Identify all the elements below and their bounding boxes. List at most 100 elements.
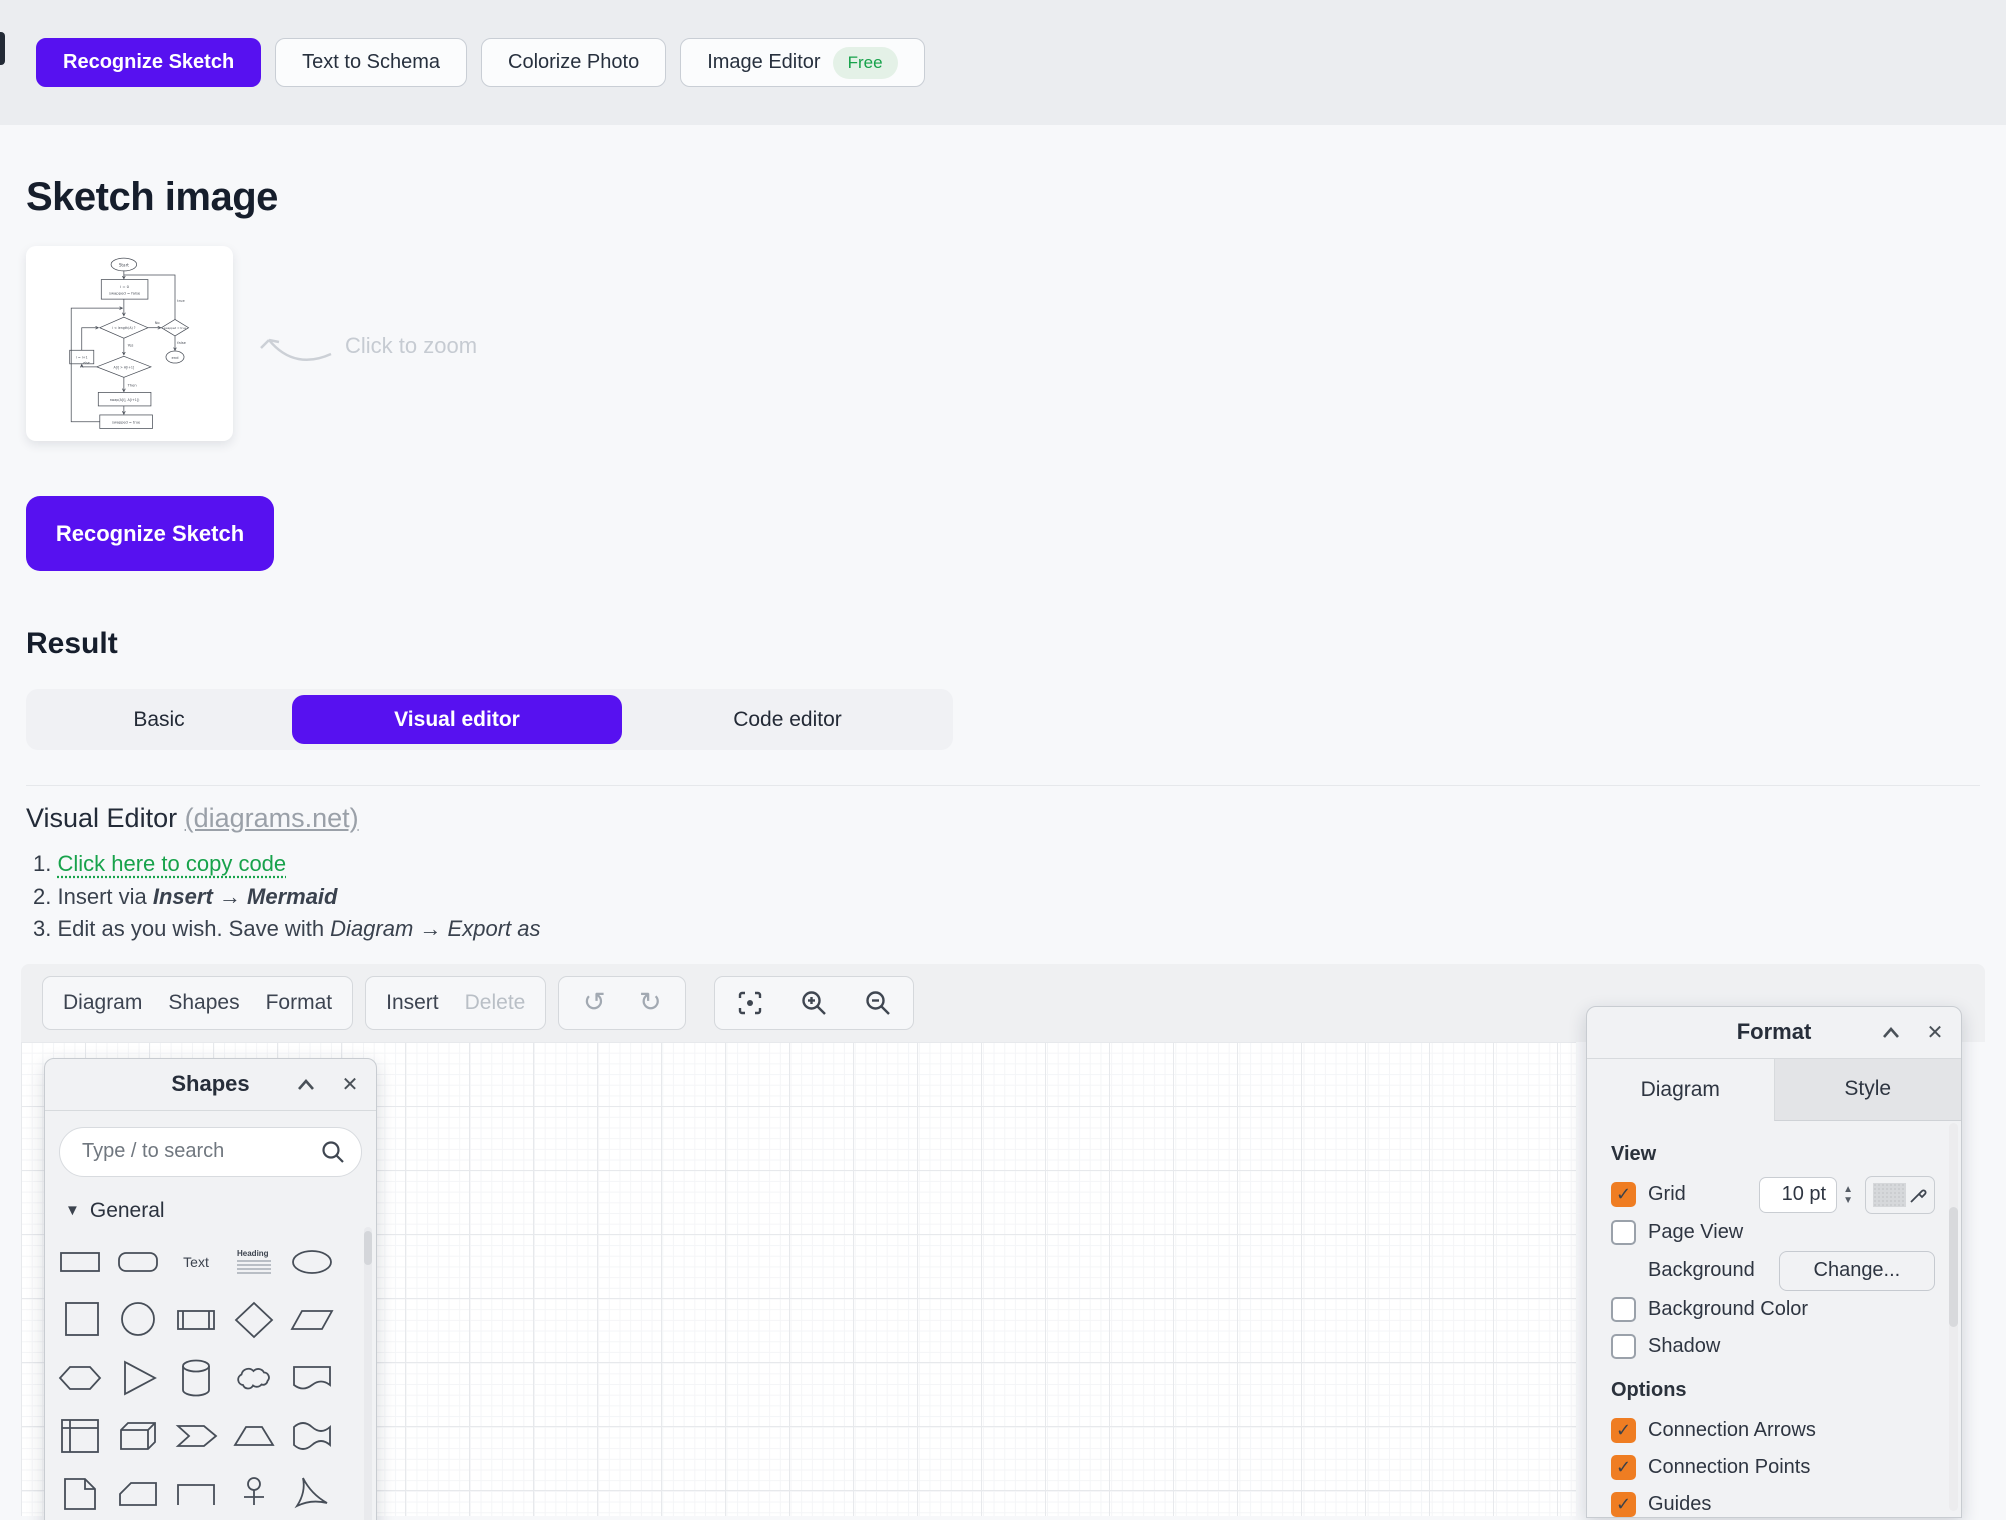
- shapes-panel-header[interactable]: Shapes ✕: [45, 1059, 376, 1111]
- background-label: Background: [1648, 1259, 1755, 1282]
- connection-arrows-row: Connection Arrows: [1611, 1412, 1935, 1449]
- reset-view-icon[interactable]: [735, 988, 765, 1018]
- menu-diagram[interactable]: Diagram: [63, 991, 142, 1015]
- svg-text:swapped = true: swapped = true: [164, 326, 186, 330]
- svg-text:i = i+1: i = i+1: [76, 356, 88, 360]
- sketch-thumbnail[interactable]: Start i = 0 swapped = false i < length(A…: [26, 246, 233, 441]
- menu-insert[interactable]: Insert: [386, 991, 439, 1015]
- menu-shapes[interactable]: Shapes: [168, 991, 239, 1015]
- svg-text:A[i] > A[i+1]: A[i] > A[i+1]: [113, 365, 134, 369]
- svg-text:i < length(A) ?: i < length(A) ?: [112, 326, 136, 330]
- shape-ellipse[interactable]: [283, 1233, 341, 1291]
- result-tabs: Basic Visual editor Code editor: [26, 689, 953, 750]
- shape-heading[interactable]: Heading: [225, 1233, 283, 1291]
- connection-arrows-checkbox[interactable]: [1611, 1418, 1636, 1443]
- page-title: Sketch image: [26, 175, 1980, 220]
- grid-row: Grid ▲▼: [1611, 1176, 1935, 1214]
- zoom-group: [714, 976, 914, 1030]
- shape-rectangle[interactable]: [51, 1233, 109, 1291]
- grid-size-input[interactable]: [1759, 1177, 1837, 1213]
- nav-recognize-sketch[interactable]: Recognize Sketch: [36, 38, 261, 87]
- format-tabs: Diagram Style: [1587, 1059, 1961, 1121]
- background-color-label: Background Color: [1648, 1298, 1808, 1321]
- shape-document[interactable]: [283, 1349, 341, 1407]
- shape-process[interactable]: [167, 1291, 225, 1349]
- shape-step[interactable]: [167, 1407, 225, 1465]
- tab-diagram[interactable]: Diagram: [1587, 1059, 1774, 1121]
- collapse-icon[interactable]: [294, 1073, 318, 1097]
- instruction-list: 1. Click here to copy code 2. Insert via…: [26, 848, 1980, 946]
- page-view-checkbox[interactable]: [1611, 1220, 1636, 1245]
- grid-checkbox[interactable]: [1611, 1182, 1636, 1207]
- svg-text:swapped = false: swapped = false: [109, 292, 141, 296]
- shape-or[interactable]: [283, 1465, 341, 1520]
- connection-points-checkbox[interactable]: [1611, 1455, 1636, 1480]
- format-panel-header[interactable]: Format ✕: [1587, 1007, 1961, 1059]
- tab-style[interactable]: Style: [1774, 1059, 1962, 1121]
- shape-tape[interactable]: [283, 1407, 341, 1465]
- close-icon[interactable]: ✕: [1923, 1021, 1947, 1045]
- shape-actor[interactable]: [225, 1465, 283, 1520]
- shape-callout[interactable]: [167, 1465, 225, 1520]
- undo-icon[interactable]: ↺: [579, 988, 609, 1018]
- shape-card[interactable]: [109, 1465, 167, 1520]
- view-heading: View: [1611, 1143, 1935, 1166]
- zoom-out-icon[interactable]: [863, 988, 893, 1018]
- shapes-scrollbar[interactable]: [364, 1227, 372, 1520]
- nav-colorize-photo[interactable]: Colorize Photo: [481, 38, 666, 87]
- shape-cylinder[interactable]: [167, 1349, 225, 1407]
- nav-image-editor[interactable]: Image Editor Free: [680, 38, 924, 87]
- shape-rounded-rectangle[interactable]: [109, 1233, 167, 1291]
- section-general[interactable]: ▼ General: [65, 1199, 376, 1223]
- menu-format[interactable]: Format: [266, 991, 333, 1015]
- svg-text:swap(A[i], A[i+1]): swap(A[i], A[i+1]): [110, 398, 140, 402]
- grid-color-button[interactable]: [1865, 1176, 1935, 1214]
- shape-square[interactable]: [51, 1291, 109, 1349]
- shape-circle[interactable]: [109, 1291, 167, 1349]
- shape-diamond[interactable]: [225, 1291, 283, 1349]
- shape-parallelogram[interactable]: [283, 1291, 341, 1349]
- svg-text:Yes: Yes: [128, 344, 134, 348]
- collapse-icon[interactable]: [1879, 1021, 1903, 1045]
- close-icon[interactable]: ✕: [338, 1073, 362, 1097]
- change-background-button[interactable]: Change...: [1779, 1251, 1935, 1291]
- shadow-row: Shadow: [1611, 1328, 1935, 1365]
- shape-search-input[interactable]: [59, 1127, 362, 1177]
- grid-color-swatch: [1873, 1183, 1906, 1207]
- svg-text:Start: Start: [119, 262, 129, 267]
- redo-icon[interactable]: ↻: [635, 988, 665, 1018]
- nav-text-to-schema[interactable]: Text to Schema: [275, 38, 467, 87]
- copy-code-link[interactable]: Click here to copy code: [57, 851, 286, 876]
- shape-note[interactable]: [51, 1465, 109, 1520]
- connection-points-row: Connection Points: [1611, 1449, 1935, 1486]
- shape-cube[interactable]: [109, 1407, 167, 1465]
- step-2: 2. Insert via Insert → Mermaid: [33, 881, 1980, 914]
- shape-internal-storage[interactable]: [51, 1407, 109, 1465]
- recognize-sketch-button[interactable]: Recognize Sketch: [26, 496, 274, 571]
- shape-cloud[interactable]: [225, 1349, 283, 1407]
- shape-trapezoid[interactable]: [225, 1407, 283, 1465]
- format-scrollbar[interactable]: [1949, 1123, 1958, 1511]
- svg-text:i = 0: i = 0: [120, 285, 130, 289]
- guides-checkbox[interactable]: [1611, 1492, 1636, 1517]
- tab-basic[interactable]: Basic: [26, 708, 292, 732]
- svg-text:No: No: [155, 321, 161, 325]
- tab-visual-editor[interactable]: Visual editor: [292, 695, 622, 744]
- shape-hexagon[interactable]: [51, 1349, 109, 1407]
- grid-size-stepper[interactable]: ▲▼: [1843, 1185, 1853, 1205]
- background-color-checkbox[interactable]: [1611, 1297, 1636, 1322]
- tab-code-editor[interactable]: Code editor: [622, 708, 953, 732]
- menu-delete: Delete: [465, 991, 526, 1015]
- step-up-icon: ▲: [1843, 1185, 1853, 1194]
- sketch-flowchart-image: Start i = 0 swapped = false i < length(A…: [34, 254, 225, 433]
- page-view-row: Page View: [1611, 1214, 1935, 1251]
- search-icon[interactable]: [320, 1139, 346, 1170]
- zoom-in-icon[interactable]: [799, 988, 829, 1018]
- shape-text[interactable]: Text: [167, 1233, 225, 1291]
- shape-triangle[interactable]: [109, 1349, 167, 1407]
- background-row: Background Change...: [1611, 1251, 1935, 1291]
- shadow-checkbox[interactable]: [1611, 1334, 1636, 1359]
- diagrams-net-link[interactable]: (diagrams.net): [185, 803, 359, 833]
- svg-text:true: true: [177, 299, 185, 303]
- svg-text:Then: Then: [127, 383, 137, 387]
